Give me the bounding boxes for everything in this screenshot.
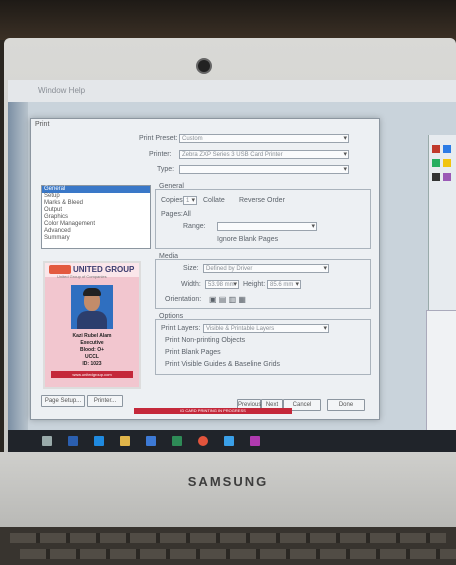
folder-icon[interactable] bbox=[120, 436, 130, 446]
list-item[interactable]: Color Management bbox=[42, 221, 150, 228]
laptop-lower-bezel bbox=[0, 452, 456, 527]
employee-photo bbox=[71, 285, 113, 329]
collate-checkbox[interactable]: Collate bbox=[203, 197, 225, 204]
print-dialog: Print Print Preset: Custom Printer: Zebr… bbox=[30, 118, 380, 420]
key-row bbox=[10, 533, 446, 543]
card-subtitle: United Group of Companies bbox=[57, 274, 107, 279]
key-row bbox=[20, 549, 456, 559]
print-blank-checkbox[interactable]: Print Blank Pages bbox=[165, 349, 221, 356]
progress-banner: ID CARD PRINTING IN PROGRESS bbox=[134, 408, 292, 414]
swatch-blue[interactable] bbox=[443, 145, 451, 153]
id-card-preview: UNITED GROUP United Group of Companies K… bbox=[43, 261, 141, 389]
keyboard bbox=[0, 527, 456, 565]
list-item[interactable]: Advanced bbox=[42, 228, 150, 235]
range-input[interactable] bbox=[217, 222, 317, 231]
swatch-green[interactable] bbox=[432, 159, 440, 167]
app-menubar: Window Help bbox=[8, 80, 456, 102]
width-label: Width: bbox=[181, 281, 201, 288]
list-item[interactable]: Summary bbox=[42, 235, 150, 242]
type-select[interactable] bbox=[179, 165, 349, 174]
height-input[interactable]: 85.6 mm bbox=[267, 280, 301, 289]
card-id: ID: 1023 bbox=[82, 361, 102, 367]
card-header: UNITED GROUP United Group of Companies bbox=[45, 263, 139, 279]
photo-shirt bbox=[77, 311, 107, 329]
card-name: Kazi Rubel Alam bbox=[72, 333, 112, 339]
orientation-icons[interactable]: ▣ ▤ ▥ ▦ bbox=[209, 295, 246, 304]
print-layers-select[interactable]: Visible & Printable Layers bbox=[203, 324, 329, 333]
preset-label: Print Preset: bbox=[139, 135, 178, 142]
pages-label: Pages: bbox=[161, 211, 183, 218]
dialog-title: Print bbox=[35, 121, 50, 128]
swatch-purple[interactable] bbox=[443, 173, 451, 181]
photo-scene: Window Help Print Print Preset: Custom P… bbox=[0, 0, 456, 565]
size-label: Size: bbox=[183, 265, 199, 272]
swatches-panel bbox=[428, 135, 456, 325]
ie-icon[interactable] bbox=[224, 436, 234, 446]
size-select[interactable]: Defined by Driver bbox=[203, 264, 329, 273]
pages-range-radio[interactable]: Range: bbox=[183, 223, 206, 230]
card-blood: Blood: O+ bbox=[79, 347, 105, 353]
swatch-red[interactable] bbox=[432, 145, 440, 153]
pages-all-radio[interactable]: All bbox=[183, 211, 191, 218]
width-input[interactable]: 53.98 mm bbox=[205, 280, 239, 289]
print-nonprinting-checkbox[interactable]: Print Non-printing Objects bbox=[165, 337, 245, 344]
excel-icon[interactable] bbox=[172, 436, 182, 446]
ignore-blank-checkbox[interactable]: Ignore Blank Pages bbox=[217, 236, 278, 243]
taskbar bbox=[8, 430, 456, 452]
list-item[interactable]: Graphics bbox=[42, 214, 150, 221]
swatch-yellow[interactable] bbox=[443, 159, 451, 167]
card-dept: UCCL bbox=[85, 354, 99, 360]
photo-hair bbox=[83, 288, 101, 296]
orientation-label: Orientation: bbox=[165, 296, 202, 303]
type-label: Type: bbox=[157, 166, 175, 173]
card-footer: www.unitedgroup.com bbox=[51, 371, 133, 378]
copies-label: Copies: bbox=[161, 197, 185, 204]
page-setup-button[interactable]: Page Setup... bbox=[41, 395, 85, 407]
print-guides-checkbox[interactable]: Print Visible Guides & Baseline Grids bbox=[165, 361, 280, 368]
room-background bbox=[0, 0, 456, 40]
webcam bbox=[196, 58, 212, 74]
list-item[interactable]: Output bbox=[42, 207, 150, 214]
reverse-order-checkbox[interactable]: Reverse Order bbox=[239, 197, 285, 204]
category-list[interactable]: General Setup Marks & Bleed Output Graph… bbox=[41, 185, 151, 249]
taskview-icon[interactable] bbox=[42, 436, 52, 446]
list-item[interactable]: General bbox=[42, 186, 150, 193]
indesign-icon[interactable] bbox=[250, 436, 260, 446]
app-menu-text[interactable]: Window Help bbox=[38, 86, 85, 95]
printer-button[interactable]: Printer... bbox=[87, 395, 123, 407]
word-icon[interactable] bbox=[68, 436, 78, 446]
edge-icon[interactable] bbox=[94, 436, 104, 446]
copies-input[interactable]: 1 bbox=[183, 196, 197, 205]
store-icon[interactable] bbox=[146, 436, 156, 446]
tools-panel bbox=[8, 102, 28, 432]
brand-logo: SAMSUNG bbox=[187, 474, 269, 489]
swatch-black[interactable] bbox=[432, 173, 440, 181]
company-logo bbox=[49, 265, 71, 274]
laptop-screen: Window Help Print Print Preset: Custom P… bbox=[8, 80, 456, 452]
card-designation: Executive bbox=[80, 340, 104, 346]
printer-label: Printer: bbox=[149, 151, 172, 158]
print-layers-label: Print Layers: bbox=[161, 325, 201, 332]
preset-select[interactable]: Custom bbox=[179, 134, 349, 143]
chrome-icon[interactable] bbox=[198, 436, 208, 446]
done-button[interactable]: Done bbox=[327, 399, 365, 411]
appearance-panel bbox=[426, 310, 456, 432]
list-item[interactable]: Marks & Bleed bbox=[42, 200, 150, 207]
printer-select[interactable]: Zebra ZXP Series 3 USB Card Printer bbox=[179, 150, 349, 159]
list-item[interactable]: Setup bbox=[42, 193, 150, 200]
height-label: Height: bbox=[243, 281, 266, 288]
card-company: UNITED GROUP bbox=[73, 265, 135, 274]
